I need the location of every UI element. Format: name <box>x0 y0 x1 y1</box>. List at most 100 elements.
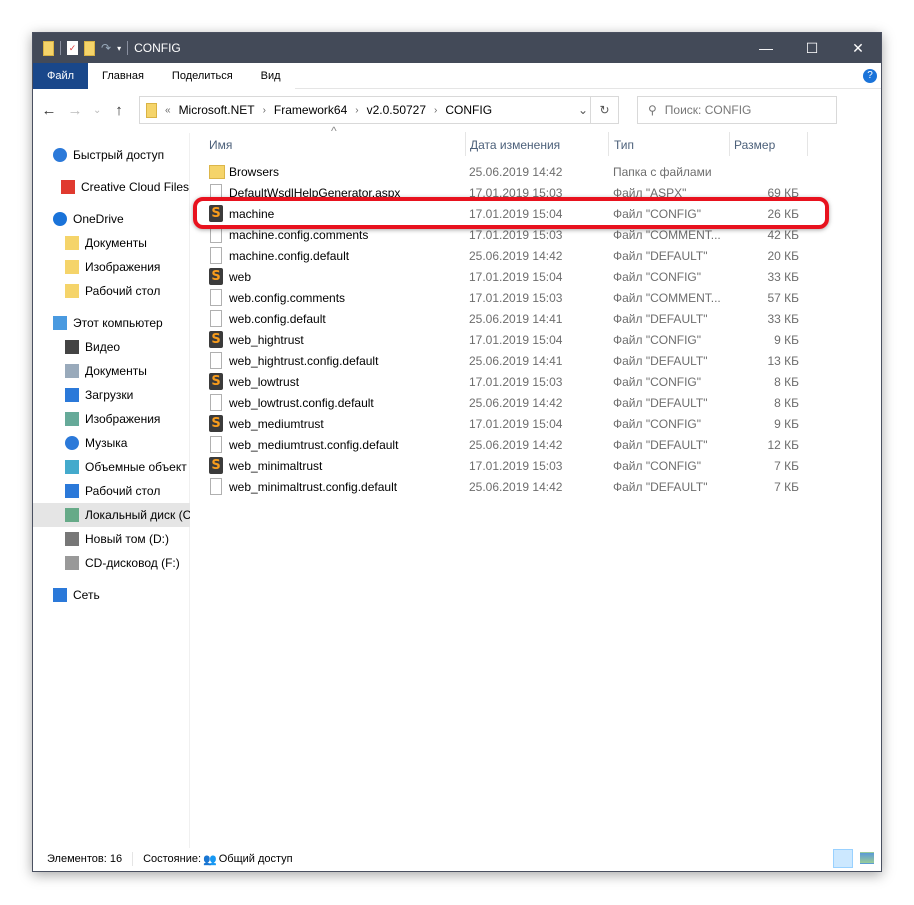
sidebar-item[interactable]: Быстрый доступ <box>33 143 190 167</box>
details-view-button[interactable] <box>833 849 853 868</box>
file-size: 42 КБ <box>767 228 799 242</box>
maximize-button[interactable]: ☐ <box>789 33 835 63</box>
sidebar-item[interactable]: Загрузки <box>33 383 190 407</box>
file-row[interactable]: Browsers 25.06.2019 14:42 Папка с файлами <box>205 161 825 182</box>
sidebar-item-label: Рабочий стол <box>85 484 161 498</box>
sidebar-item[interactable]: Видео <box>33 335 190 359</box>
shared-users-icon: 👥 <box>203 853 217 866</box>
sidebar-item[interactable]: CD-дисковод (F:) <box>33 551 190 575</box>
back-button[interactable]: ← <box>41 102 57 119</box>
tab-home[interactable]: Главная <box>88 63 158 89</box>
file-row[interactable]: web.config.default 25.06.2019 14:41 Файл "… <box>205 308 825 329</box>
file-icon <box>210 394 222 411</box>
file-name: machine.config.comments <box>229 228 369 242</box>
chevron-down-icon[interactable]: ⌄ <box>578 103 588 117</box>
file-row[interactable]: Sweb_mediumtrust 17.01.2019 15:04 Файл "CO… <box>205 413 825 434</box>
tab-file[interactable]: Файл <box>33 63 89 89</box>
column-size[interactable]: Размер <box>734 138 775 152</box>
new-folder-icon[interactable] <box>84 40 95 56</box>
file-date: 25.06.2019 14:41 <box>469 354 563 368</box>
music-icon <box>65 436 79 450</box>
file-date: 25.06.2019 14:42 <box>469 165 563 179</box>
sidebar-item[interactable]: Изображения <box>33 255 190 279</box>
file-date: 17.01.2019 15:04 <box>469 270 563 284</box>
forward-button[interactable]: → <box>67 102 83 119</box>
file-row[interactable]: Sweb_minimaltrust 17.01.2019 15:03 Файл "C… <box>205 455 825 476</box>
column-type[interactable]: Тип <box>614 138 634 152</box>
breadcrumb-item[interactable]: Framework64 <box>274 103 347 117</box>
file-row[interactable]: web_lowtrust.config.default 25.06.2019 14… <box>205 392 825 413</box>
creative-cloud-icon <box>61 180 75 194</box>
sidebar-item[interactable]: Новый том (D:) <box>33 527 190 551</box>
file-row[interactable]: web_hightrust.config.default 25.06.2019 1… <box>205 350 825 371</box>
file-date: 17.01.2019 15:04 <box>469 417 563 431</box>
up-button[interactable]: ↑ <box>111 102 127 119</box>
chevron-right-icon[interactable]: › <box>263 105 266 116</box>
file-row[interactable]: web_minimaltrust.config.default 25.06.201… <box>205 476 825 497</box>
sidebar-item[interactable]: Документы <box>33 231 190 255</box>
sidebar-item[interactable]: Рабочий стол <box>33 279 190 303</box>
help-icon[interactable]: ? <box>863 69 877 83</box>
file-type: Файл "DEFAULT" <box>613 249 708 263</box>
file-row[interactable]: Sweb_lowtrust 17.01.2019 15:03 Файл "CONFI… <box>205 371 825 392</box>
customize-quick-access-icon[interactable]: ▾ <box>117 44 121 53</box>
sidebar-item[interactable]: Локальный диск (C:) <box>33 503 190 527</box>
close-button[interactable]: ✕ <box>835 33 881 63</box>
explorer-window: ✓ ↷ ▾ CONFIG — ☐ ✕ Файл Главная Поделить… <box>32 32 882 872</box>
file-size: 7 КБ <box>774 459 799 473</box>
sidebar-item[interactable]: Этот компьютер <box>33 311 190 335</box>
search-input[interactable]: ⚲ Поиск: CONFIG <box>637 96 837 124</box>
chevron-right-icon[interactable]: › <box>434 105 437 116</box>
overflow-chevron[interactable]: « <box>165 105 171 116</box>
undo-icon[interactable]: ↷ <box>101 41 111 55</box>
network-icon <box>53 588 67 602</box>
highlight-annotation <box>193 197 829 229</box>
breadcrumb-item[interactable]: v2.0.50727 <box>367 103 426 117</box>
file-date: 25.06.2019 14:42 <box>469 396 563 410</box>
file-type: Файл "CONFIG" <box>613 417 702 431</box>
file-size: 9 КБ <box>774 333 799 347</box>
file-size: 8 КБ <box>774 375 799 389</box>
sidebar-item[interactable]: Объемные объект <box>33 455 190 479</box>
sidebar-item[interactable]: Рабочий стол <box>33 479 190 503</box>
recent-locations-button[interactable]: ⌄ <box>93 105 101 116</box>
column-date[interactable]: Дата изменения <box>470 138 560 152</box>
breadcrumb-item[interactable]: CONFIG <box>445 103 492 117</box>
chevron-right-icon[interactable]: › <box>355 105 358 116</box>
sidebar-item[interactable]: Изображения <box>33 407 190 431</box>
file-row[interactable]: web_mediumtrust.config.default 25.06.2019… <box>205 434 825 455</box>
sidebar-item[interactable]: OneDrive <box>33 207 190 231</box>
breadcrumb-item[interactable]: Microsoft.NET <box>179 103 255 117</box>
file-date: 17.01.2019 15:03 <box>469 375 563 389</box>
file-icon <box>210 436 222 453</box>
sidebar-item-label: Creative Cloud Files <box>81 180 190 194</box>
sidebar-item[interactable]: Документы <box>33 359 190 383</box>
sidebar-item[interactable]: Сеть <box>33 583 190 607</box>
refresh-button[interactable]: ↻ <box>590 97 618 123</box>
column-name[interactable]: Имя <box>209 138 232 152</box>
file-row[interactable]: Sweb_hightrust 17.01.2019 15:04 Файл "CONF… <box>205 329 825 350</box>
tab-share[interactable]: Поделиться <box>157 63 247 89</box>
sidebar-item[interactable]: Музыка <box>33 431 190 455</box>
properties-icon[interactable]: ✓ <box>67 41 78 55</box>
address-bar[interactable]: « Microsoft.NET › Framework64 › v2.0.50727… <box>139 96 619 124</box>
sidebar-item-label: Новый том (D:) <box>85 532 169 546</box>
sidebar-item-label: CD-дисковод (F:) <box>85 556 180 570</box>
sharing-state: Общий доступ <box>218 853 293 865</box>
minimize-button[interactable]: — <box>743 33 789 63</box>
file-row[interactable]: web.config.comments 17.01.2019 15:03 Файл … <box>205 287 825 308</box>
file-name: machine.config.default <box>229 249 350 263</box>
search-icon: ⚲ <box>648 103 657 117</box>
column-header: ^ Имя Дата изменения Тип Размер <box>191 124 881 156</box>
file-date: 17.01.2019 15:03 <box>469 228 563 242</box>
item-count: Элементов: 16 <box>47 853 123 865</box>
file-date: 17.01.2019 15:04 <box>469 333 563 347</box>
file-row[interactable]: machine.config.default 25.06.2019 14:42 Фа… <box>205 245 825 266</box>
sidebar-item-label: Этот компьютер <box>73 316 163 330</box>
sidebar-item[interactable]: Creative Cloud Files <box>33 175 190 199</box>
file-row[interactable]: Sweb 17.01.2019 15:04 Файл "CONFIG" 33 КБ <box>205 266 825 287</box>
tab-view[interactable]: Вид <box>246 63 295 89</box>
large-icons-view-button[interactable] <box>860 852 874 864</box>
file-type: Файл "DEFAULT" <box>613 354 708 368</box>
config-file-icon: S <box>209 373 223 390</box>
